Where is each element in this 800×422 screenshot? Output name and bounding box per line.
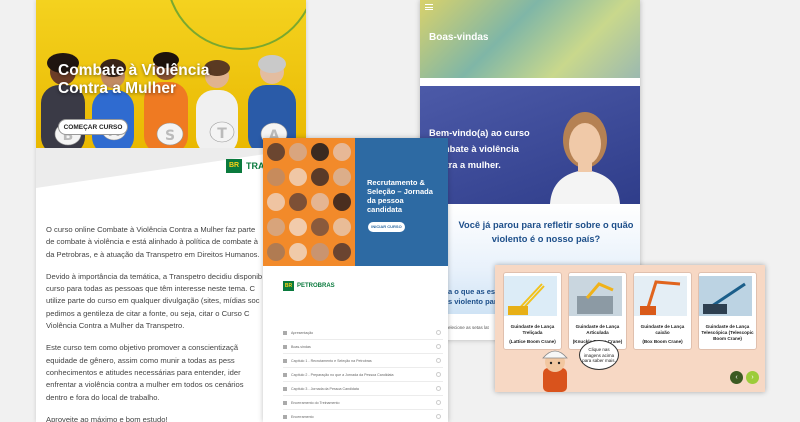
knuckle-crane-image bbox=[569, 276, 622, 316]
card-title: Guindaste de Lança Treliçada bbox=[510, 324, 555, 335]
crane-card[interactable]: Guindaste de Lança Articulada (Knuckle B… bbox=[568, 272, 627, 350]
crane-cards: Guindaste de Lança Treliçada (Lattice Bo… bbox=[503, 272, 757, 350]
module-icon bbox=[283, 330, 287, 335]
status-icon bbox=[436, 400, 441, 405]
navigation-hint: elecione as setas lat bbox=[448, 325, 489, 330]
card-title: Guindaste de Lança caixão bbox=[640, 324, 685, 335]
candidates-photo-grid bbox=[263, 138, 355, 266]
status-icon bbox=[436, 358, 441, 363]
module-item[interactable]: Encerramento do Treinamento bbox=[283, 396, 443, 410]
module-item[interactable]: Boas-vindas bbox=[283, 340, 443, 354]
module-icon bbox=[283, 414, 287, 419]
module-icon bbox=[283, 400, 287, 405]
module-icon bbox=[283, 372, 287, 377]
status-icon bbox=[436, 372, 441, 377]
module-item[interactable]: Capítulo 3 - Jornada da Pessoa Candidata bbox=[283, 382, 443, 396]
module-icon bbox=[283, 344, 287, 349]
crane-card[interactable]: Guindaste de Lança Treliçada (Lattice Bo… bbox=[503, 272, 562, 350]
section-title: Boas-vindas bbox=[429, 32, 489, 43]
transpetro-logo: BR TRA bbox=[226, 159, 265, 173]
course-title: Recrutamento & Seleção – Jornada da pess… bbox=[367, 178, 433, 214]
status-icon bbox=[436, 414, 441, 419]
module-item[interactable]: Capítulo 1 - Recrutamento e Seleção na P… bbox=[283, 354, 443, 368]
course-title: Combate à Violência Contra a Mulher bbox=[58, 62, 210, 97]
br-logo-mark: BR bbox=[226, 159, 242, 173]
logo-text: PETROBRAS bbox=[297, 283, 335, 289]
crane-card[interactable]: Guindaste de Lança Telescópica (Telescop… bbox=[698, 272, 757, 350]
status-icon bbox=[436, 386, 441, 391]
slide-navigation: ‹ › bbox=[730, 371, 759, 384]
module-item[interactable]: Encerramento bbox=[283, 410, 443, 422]
start-course-button[interactable]: INICIAR CURSO bbox=[368, 222, 405, 232]
svg-text:T: T bbox=[217, 126, 227, 142]
partial-question: a o que as esta s violento para bbox=[448, 287, 502, 306]
card-subtitle: (Box Boom Crane) bbox=[642, 339, 683, 344]
speech-bubble: Clique nas imagens acima para saber mais… bbox=[579, 340, 619, 370]
module-list: Apresentação Boas-vindas Capítulo 1 - Re… bbox=[283, 326, 443, 422]
portfolio-collage: B A S T A Combate à Violência Contra a M… bbox=[0, 0, 800, 422]
module-icon bbox=[283, 386, 287, 391]
menu-icon[interactable] bbox=[425, 4, 433, 10]
woman-portrait-illustration bbox=[550, 112, 620, 204]
question-text: Você já parou para refletir sobre o quão… bbox=[458, 220, 634, 244]
status-icon bbox=[436, 330, 441, 335]
crane-types-slide: Guindaste de Lança Treliçada (Lattice Bo… bbox=[495, 265, 765, 392]
svg-text:S: S bbox=[165, 128, 175, 144]
previous-arrow-icon[interactable]: ‹ bbox=[730, 371, 743, 384]
module-item[interactable]: Apresentação bbox=[283, 326, 443, 340]
start-course-button[interactable]: COMEÇAR CURSO bbox=[58, 119, 128, 135]
status-icon bbox=[436, 344, 441, 349]
card-title: Guindaste de Lança Telescópica (Telescop… bbox=[701, 324, 754, 341]
br-logo-mark: BR bbox=[283, 281, 294, 291]
petrobras-logo: BR PETROBRAS bbox=[283, 281, 335, 291]
next-arrow-icon[interactable]: › bbox=[746, 371, 759, 384]
logo-text: TRA bbox=[246, 161, 265, 171]
telescopic-crane-image bbox=[699, 276, 752, 316]
module-item[interactable]: Capítulo 2 - Preparação no que a Jornada… bbox=[283, 368, 443, 382]
module-icon bbox=[283, 358, 287, 363]
recrutamento-course-page: Recrutamento & Seleção – Jornada da pess… bbox=[263, 138, 448, 422]
crane-card[interactable]: Guindaste de Lança caixão (Box Boom Cran… bbox=[633, 272, 692, 350]
box-crane-image bbox=[634, 276, 687, 316]
card-title: Guindaste de Lança Articulada bbox=[575, 324, 620, 335]
worker-mascot bbox=[542, 350, 568, 392]
hero-banner: B A S T A Combate à Violência Contra a M… bbox=[36, 0, 306, 150]
lattice-crane-image bbox=[504, 276, 557, 316]
